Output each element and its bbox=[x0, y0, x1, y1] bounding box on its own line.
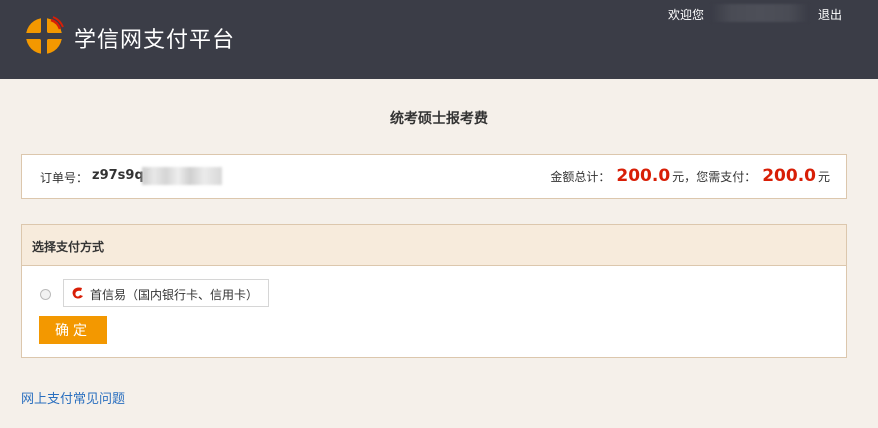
top-header: 学信网支付平台 欢迎您 退出 bbox=[0, 0, 878, 79]
currency-unit: 元 bbox=[817, 170, 830, 184]
payment-faq-link[interactable]: 网上支付常见问题 bbox=[21, 388, 125, 407]
payment-method-radio[interactable] bbox=[40, 289, 51, 300]
total-label: 金额总计： bbox=[550, 170, 611, 184]
confirm-button[interactable]: 确定 bbox=[39, 316, 107, 344]
capital-payease-logo-icon bbox=[72, 287, 83, 299]
payment-method-label: 首信易（国内银行卡、信用卡） bbox=[90, 288, 259, 302]
pay-amount: 200.0 bbox=[762, 166, 816, 186]
payment-panel-header: 选择支付方式 bbox=[22, 225, 846, 266]
page-title: 统考硕士报考费 bbox=[390, 111, 488, 127]
welcome-text: 欢迎您 bbox=[668, 8, 705, 22]
logout-link[interactable]: 退出 bbox=[818, 6, 842, 23]
brand-title: 学信网支付平台 bbox=[74, 28, 236, 53]
username-redacted bbox=[712, 4, 808, 22]
payment-panel-title: 选择支付方式 bbox=[32, 240, 105, 254]
order-number-label: 订单号： bbox=[40, 171, 89, 185]
payment-method-option[interactable]: 首信易（国内银行卡、信用卡） bbox=[63, 279, 269, 307]
currency-unit: 元， bbox=[672, 170, 697, 184]
order-number-redacted bbox=[142, 167, 222, 185]
amount-info: 金额总计： 200.0 元，您需支付： 200.0 元 bbox=[550, 166, 830, 186]
order-summary: 订单号： z97s9q0 金额总计： 200.0 元，您需支付： 200.0 元 bbox=[21, 154, 847, 199]
total-amount: 200.0 bbox=[616, 166, 671, 186]
chsi-logo-icon bbox=[26, 16, 64, 54]
pay-label: 您需支付： bbox=[696, 170, 757, 184]
payment-method-panel: 选择支付方式 首信易（国内银行卡、信用卡） 确定 bbox=[21, 224, 847, 358]
